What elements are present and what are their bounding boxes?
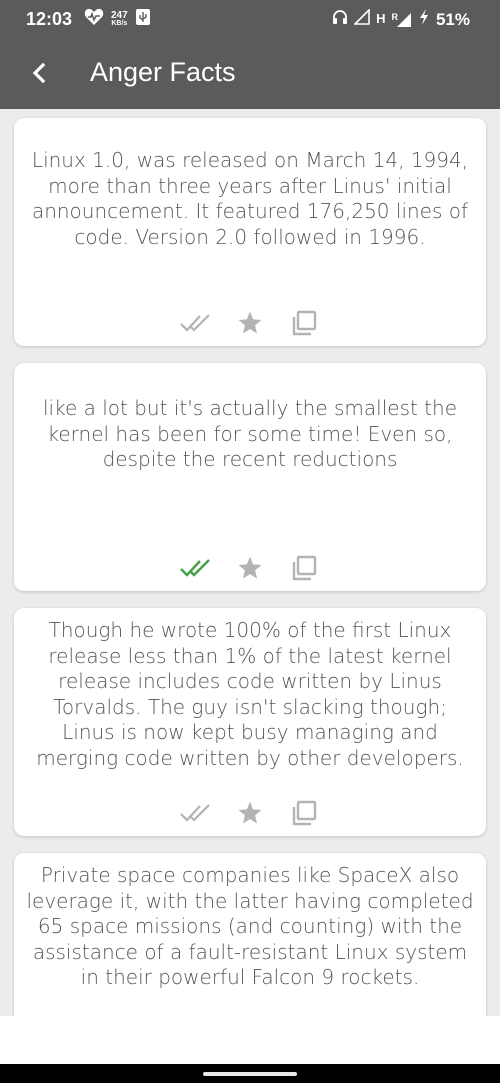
- fact-text: Linux 1.0, was released on March 14, 199…: [31, 148, 469, 249]
- status-bar: 12:03 247 KB/s H R 51%: [0, 0, 500, 38]
- favorite-button[interactable]: [234, 308, 266, 338]
- battery-level: 51%: [435, 9, 470, 29]
- data-rate-unit: KB/s: [111, 19, 128, 27]
- status-left-icons: 247 KB/s: [84, 8, 151, 30]
- card-actions: [14, 553, 486, 583]
- card-actions: [14, 308, 486, 338]
- page-title: Anger Facts: [90, 57, 236, 87]
- star-icon: [238, 311, 262, 334]
- status-time: 12:03: [26, 9, 73, 29]
- copy-button[interactable]: [288, 798, 320, 828]
- home-gesture-handle[interactable]: [203, 1072, 297, 1076]
- charging-icon: [418, 8, 430, 31]
- copy-button[interactable]: [288, 308, 320, 338]
- network-type: H: [376, 11, 386, 26]
- headphones-icon: [332, 9, 348, 30]
- copy-icon: [292, 555, 317, 581]
- favorite-button[interactable]: [234, 798, 266, 828]
- star-icon: [238, 801, 262, 824]
- fact-card: Though he wrote 100% of the first Linux …: [14, 608, 486, 836]
- mark-read-button[interactable]: [180, 308, 212, 338]
- fact-card: Private space companies like SpaceX also…: [14, 853, 486, 1016]
- mark-read-button[interactable]: [180, 798, 212, 828]
- double-check-icon: [180, 804, 210, 822]
- copy-button[interactable]: [288, 553, 320, 583]
- double-check-icon: [180, 559, 210, 577]
- copy-icon: [292, 800, 317, 826]
- data-rate-value: 247: [111, 9, 128, 21]
- bottom-area: [0, 1016, 500, 1064]
- signal-icon: [396, 12, 411, 27]
- fact-card: like a lot but it's actually the smalles…: [14, 363, 486, 591]
- copy-icon: [292, 310, 317, 336]
- app-bar: Anger Facts: [0, 38, 500, 109]
- system-nav-bar: [0, 1064, 500, 1083]
- data-rate: 247 KB/s: [111, 9, 128, 28]
- card-actions: [14, 798, 486, 828]
- fact-card: Linux 1.0, was released on March 14, 199…: [14, 118, 486, 346]
- status-right-icons: H R 51%: [332, 8, 470, 31]
- star-icon: [238, 556, 262, 579]
- chevron-left-icon[interactable]: [24, 58, 52, 88]
- fact-text: Private space companies like SpaceX also…: [26, 863, 474, 989]
- signal-no-data-icon: [353, 8, 370, 30]
- facts-list[interactable]: Linux 1.0, was released on March 14, 199…: [0, 109, 500, 1016]
- usb-icon: [135, 8, 151, 31]
- fact-text: like a lot but it's actually the smalles…: [42, 396, 458, 471]
- double-check-icon: [180, 314, 210, 332]
- heart-icon: [84, 8, 104, 31]
- fact-text: Though he wrote 100% of the first Linux …: [36, 618, 464, 770]
- signal-roaming: R: [391, 12, 412, 28]
- mark-read-button[interactable]: [180, 553, 212, 583]
- favorite-button[interactable]: [234, 553, 266, 583]
